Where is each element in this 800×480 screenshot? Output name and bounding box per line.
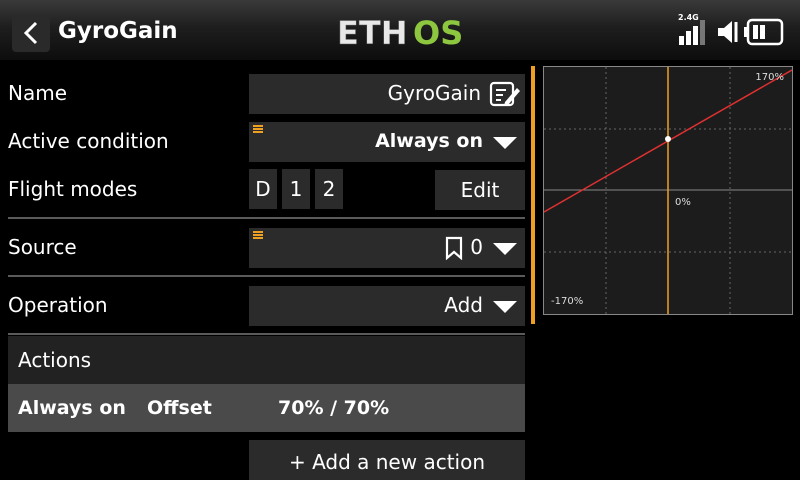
options-tag-icon [253, 231, 263, 239]
options-tag-icon [253, 125, 263, 133]
flight-mode-d[interactable]: D [249, 169, 277, 209]
source-dropdown[interactable]: 0 [249, 228, 525, 268]
action-value: 70% / 70% [278, 397, 390, 419]
name-value: GyroGain [387, 81, 481, 105]
active-condition-label: Active condition [8, 129, 169, 153]
status-icons: 2.4G [678, 13, 788, 48]
operation-value: Add [444, 293, 483, 317]
chevron-down-icon [493, 137, 517, 149]
svg-text:ETH: ETH [337, 14, 407, 50]
divider [8, 275, 525, 277]
page-title: GyroGain [58, 18, 178, 44]
curve-graph: 170% 0% -170% [543, 66, 793, 315]
action-type: Offset [147, 397, 212, 419]
actions-header: Actions [8, 336, 525, 384]
top-bar: GyroGain ETH OS 2.4G [0, 0, 800, 60]
add-action-button[interactable]: + Add a new action [249, 440, 525, 480]
operation-label: Operation [8, 293, 108, 317]
flight-modes-label: Flight modes [8, 177, 138, 201]
ethos-logo: ETH OS [337, 14, 463, 50]
action-row[interactable]: Always on Offset 70% / 70% [8, 384, 525, 432]
divider [8, 333, 525, 335]
graph-min-label: -170% [551, 296, 584, 307]
active-condition-dropdown[interactable]: Always on [249, 122, 525, 162]
chevron-down-icon [493, 301, 517, 313]
back-button[interactable] [12, 14, 50, 52]
source-label: Source [8, 235, 77, 259]
edit-flight-modes-button[interactable]: Edit [435, 170, 525, 210]
operation-dropdown[interactable]: Add [249, 286, 525, 326]
mix-settings-form: Name GyroGain Active condition Always on… [0, 66, 530, 480]
graph-max-label: 170% [755, 72, 784, 83]
speaker-icon [718, 21, 738, 43]
bookmark-icon [445, 236, 463, 260]
chevron-down-icon [493, 243, 517, 255]
source-value: 0 [470, 235, 483, 259]
battery-icon [744, 18, 784, 46]
name-field[interactable]: GyroGain [249, 74, 525, 114]
svg-text:OS: OS [413, 14, 463, 50]
active-condition-value: Always on [375, 130, 483, 152]
flight-mode-2[interactable]: 2 [315, 169, 343, 209]
flight-mode-1[interactable]: 1 [282, 169, 310, 209]
chevron-left-icon [23, 21, 38, 45]
graph-zero-label: 0% [675, 197, 691, 208]
action-condition: Always on [18, 397, 126, 419]
current-point [665, 136, 671, 142]
edit-icon [489, 81, 520, 107]
curve-plot [543, 67, 793, 314]
divider [8, 217, 525, 219]
focus-indicator [531, 66, 535, 324]
radio-band-label: 2.4G [678, 13, 699, 22]
name-label: Name [8, 81, 68, 105]
